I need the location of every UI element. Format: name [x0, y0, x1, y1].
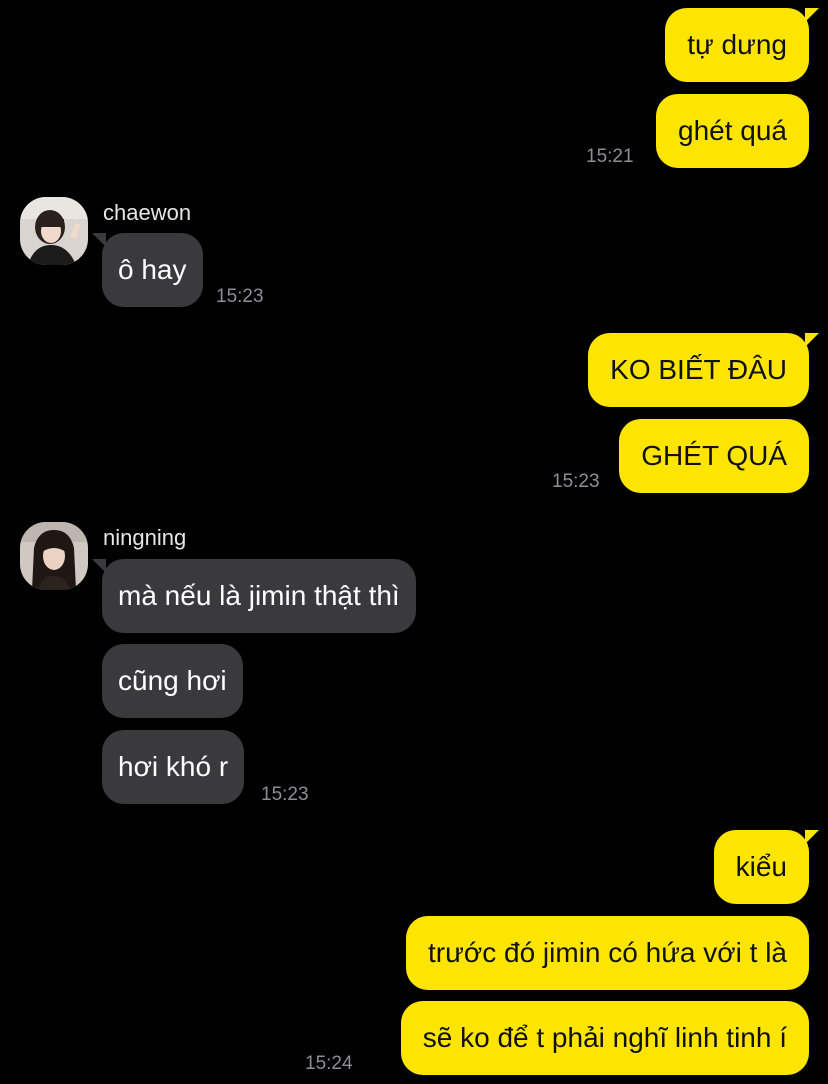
outgoing-message-bubble[interactable]: sẽ ko để t phải nghĩ linh tinh í: [400, 1001, 809, 1075]
outgoing-message-bubble[interactable]: KO BIẾT ĐÂU: [588, 333, 819, 407]
incoming-message-bubble[interactable]: ô hay: [92, 233, 203, 307]
outgoing-message-bubble[interactable]: kiểu: [713, 830, 820, 904]
chat-screen: tự dưng ghét quá 15:21 chaewon ô hay 15:…: [0, 0, 828, 1084]
message-timestamp: 15:23: [216, 286, 264, 307]
incoming-message-bubble[interactable]: hơi khó r: [102, 730, 245, 804]
chaewon-avatar-icon[interactable]: [20, 197, 88, 265]
outgoing-message-bubble[interactable]: GHÉT QUÁ: [619, 419, 809, 493]
sender-name: chaewon: [103, 200, 192, 225]
sender-name: ningning: [103, 525, 187, 550]
message-timestamp: 15:23: [261, 784, 309, 805]
incoming-message-bubble[interactable]: cũng hơi: [102, 644, 243, 718]
message-timestamp: 15:21: [586, 146, 634, 167]
incoming-message-bubble[interactable]: mà nếu là jimin thật thì: [92, 559, 416, 633]
outgoing-message-bubble[interactable]: trước đó jimin có hứa với t là: [406, 916, 809, 990]
outgoing-message-bubble[interactable]: tự dưng: [665, 8, 819, 82]
message-timestamp: 15:23: [552, 471, 600, 492]
message-timestamp: 15:24: [305, 1053, 353, 1074]
ningning-avatar-icon[interactable]: [20, 522, 88, 590]
outgoing-message-bubble[interactable]: ghét quá: [656, 94, 809, 168]
